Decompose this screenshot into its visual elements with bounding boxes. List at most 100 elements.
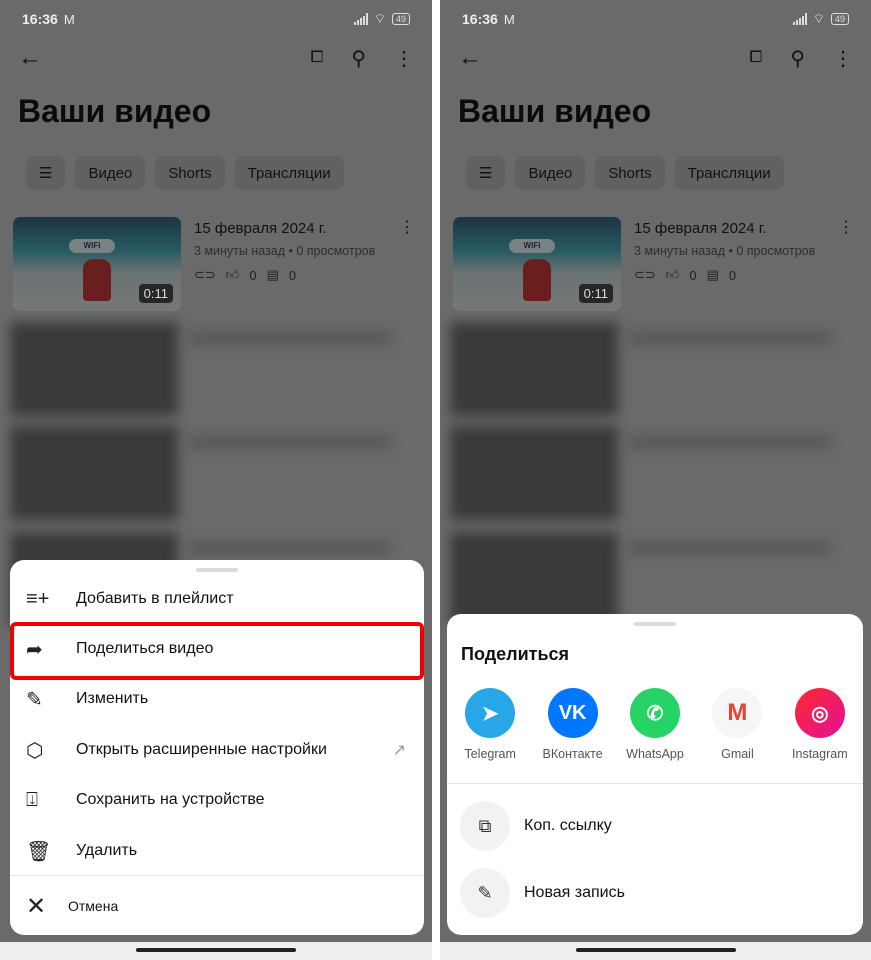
cast-icon[interactable]: ⧠ xyxy=(750,49,763,67)
home-indicator[interactable] xyxy=(575,948,736,952)
home-indicator[interactable] xyxy=(136,948,296,952)
share-sheet: Поделиться ➤ Telegram VK ВКонтакте ✆ WhatsA… xyxy=(447,614,863,935)
status-bar: 16:36 M ⌔ 49 xyxy=(22,8,410,30)
external-link-icon: ↗ xyxy=(392,742,406,759)
vk-icon: VK xyxy=(547,688,598,738)
menu-label: Открыть расширенные настройки xyxy=(76,741,327,758)
menu-label: Изменить xyxy=(76,690,149,707)
system-nav-bar xyxy=(440,942,871,960)
whatsapp-icon: ✆ xyxy=(630,688,681,738)
copy-link-button[interactable]: ⧉ Коп. ссылку xyxy=(460,801,863,851)
chip-video[interactable]: Видео xyxy=(515,156,586,190)
chip-shorts[interactable]: Shorts xyxy=(595,156,665,190)
menu-edit[interactable]: ✎ Изменить xyxy=(10,674,424,724)
add-to-playlist-icon: ≡+ xyxy=(26,587,50,610)
more-vert-icon[interactable]: ⋮ xyxy=(833,46,853,71)
page-title: Ваши видео xyxy=(18,93,212,129)
comment-count: 0 xyxy=(288,267,297,283)
video-item[interactable]: WIFI 0:11 15 февраля 2024 г. 3 минуты на… xyxy=(13,217,419,313)
edit-post-icon: ✎ xyxy=(460,868,510,918)
share-title: Поделиться xyxy=(461,644,570,664)
filter-chips: ☰ Видео Shorts Трансляции xyxy=(466,156,784,190)
chip-streams[interactable]: Трансляции xyxy=(234,156,344,190)
search-icon[interactable]: ⚲ xyxy=(351,46,366,71)
filter-chips: ☰ Видео Shorts Трансляции xyxy=(26,156,344,190)
battery-icon: 49 xyxy=(830,13,849,25)
menu-add-to-playlist[interactable]: ≡+ Добавить в плейлист xyxy=(10,574,424,624)
highlight-box xyxy=(10,622,424,680)
chip-streams[interactable]: Трансляции xyxy=(674,156,784,190)
menu-delete[interactable]: 🗑︎ Удалить xyxy=(10,826,424,876)
video-options-sheet: ≡+ Добавить в плейлист ➦ Поделиться видео … xyxy=(10,560,424,935)
divider xyxy=(10,875,424,876)
wifi-icon: ⌔ xyxy=(812,11,825,26)
app-bar: ← ⧠ ⚲ ⋮ xyxy=(18,40,414,76)
app-bar: ← ⧠ ⚲ ⋮ xyxy=(458,40,853,76)
page-title: Ваши видео xyxy=(458,93,652,129)
thumbnail-logo: WIFI xyxy=(69,239,115,253)
app-label: Telegram xyxy=(464,747,516,761)
filter-settings-button[interactable]: ☰ xyxy=(466,156,506,190)
sliders-icon: ☰ xyxy=(39,165,53,182)
share-whatsapp[interactable]: ✆ WhatsApp xyxy=(614,688,696,761)
sliders-icon: ☰ xyxy=(479,165,493,182)
system-nav-bar xyxy=(0,942,432,960)
back-arrow-icon[interactable]: ← xyxy=(458,44,482,72)
sheet-handle[interactable] xyxy=(634,622,676,626)
video-more-icon[interactable]: ⋮ xyxy=(399,217,415,237)
sheet-handle[interactable] xyxy=(196,568,238,572)
close-icon: ✕ xyxy=(26,892,47,920)
trash-icon: 🗑︎ xyxy=(26,840,52,863)
cancel-button[interactable]: ✕ Отмена xyxy=(10,881,424,931)
action-label: Новая запись xyxy=(524,884,625,901)
share-vk[interactable]: VK ВКонтакте xyxy=(531,688,613,761)
video-more-icon[interactable]: ⋮ xyxy=(838,217,854,237)
cancel-label: Отмена xyxy=(68,898,119,914)
filter-settings-button[interactable]: ☰ xyxy=(26,156,66,190)
comment-icon: ▤ xyxy=(706,267,719,282)
comment-icon: ▤ xyxy=(266,267,279,282)
chip-shorts[interactable]: Shorts xyxy=(155,156,225,190)
screen-share: 16:36 M ⌔ 49 ← ⧠ ⚲ ⋮ Ваши видео ☰ Видео … xyxy=(440,0,871,960)
comment-count: 0 xyxy=(728,267,737,283)
like-count: 0 xyxy=(249,267,257,283)
cast-icon[interactable]: ⧠ xyxy=(311,49,324,67)
thumbnail-figure xyxy=(523,259,551,301)
app-label: ВКонтакте xyxy=(542,747,603,761)
new-post-button[interactable]: ✎ Новая запись xyxy=(460,868,863,918)
video-meta: 3 минуты назад • 0 просмотров xyxy=(634,244,816,258)
like-count: 0 xyxy=(689,267,697,283)
status-bar: 16:36 M ⌔ 49 xyxy=(462,8,849,30)
menu-advanced-settings[interactable]: ⬡ Открыть расширенные настройки ↗ xyxy=(10,725,424,775)
gmail-notification-icon: M xyxy=(63,11,75,27)
copy-icon: ⧉ xyxy=(460,801,510,851)
search-icon[interactable]: ⚲ xyxy=(790,46,805,71)
pencil-icon: ✎ xyxy=(26,688,43,711)
gmail-notification-icon: M xyxy=(503,11,515,27)
status-time: 16:36 xyxy=(22,11,58,27)
menu-label: Сохранить на устройстве xyxy=(76,791,265,808)
video-duration: 0:11 xyxy=(138,284,173,303)
like-icon: 👍︎ xyxy=(665,267,680,282)
video-title: 15 февраля 2024 г. xyxy=(634,220,767,237)
video-item[interactable]: WIFI 0:11 15 февраля 2024 г. 3 минуты на… xyxy=(453,217,858,313)
more-vert-icon[interactable]: ⋮ xyxy=(394,46,414,71)
menu-save-to-device[interactable]: ⍗ Сохранить на устройстве xyxy=(10,775,424,825)
back-arrow-icon[interactable]: ← xyxy=(18,44,42,72)
share-instagram[interactable]: ◎ Instagram xyxy=(779,688,861,761)
blurred-video-list xyxy=(450,322,861,626)
screen-menu: 16:36 M ⌔ 49 ← ⧠ ⚲ ⋮ Ваши видео ☰ Видео … xyxy=(0,0,432,960)
video-thumbnail[interactable]: WIFI 0:11 xyxy=(13,217,181,311)
wifi-icon: ⌔ xyxy=(373,11,386,26)
chip-video[interactable]: Видео xyxy=(75,156,146,190)
share-telegram[interactable]: ➤ Telegram xyxy=(449,688,531,761)
video-title: 15 февраля 2024 г. xyxy=(194,220,327,237)
video-thumbnail[interactable]: WIFI 0:11 xyxy=(453,217,621,311)
signal-icon xyxy=(792,13,807,25)
thumbnail-logo: WIFI xyxy=(509,239,555,253)
app-label: Gmail xyxy=(721,747,754,761)
link-icon: ⊂⊃ xyxy=(194,267,216,282)
share-gmail[interactable]: M Gmail xyxy=(696,688,778,761)
signal-icon xyxy=(353,13,368,25)
like-icon: 👍︎ xyxy=(225,267,240,282)
